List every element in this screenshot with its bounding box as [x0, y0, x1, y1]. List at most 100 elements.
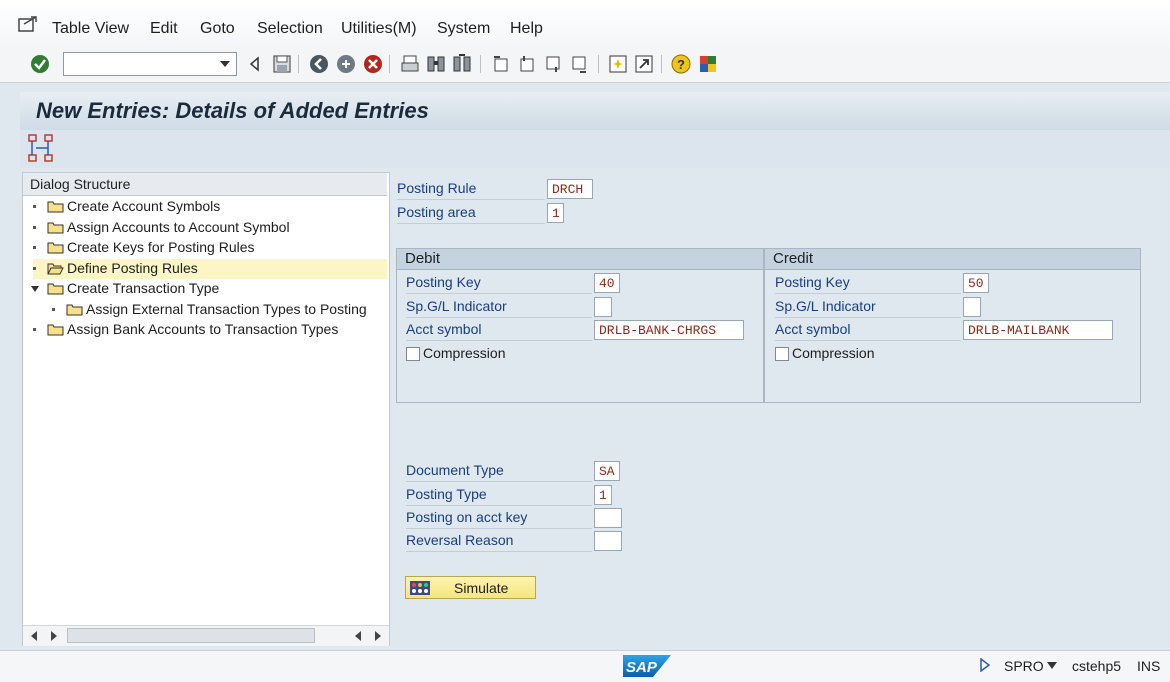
find-next-icon[interactable]	[451, 53, 473, 75]
menu-goto[interactable]: Goto	[200, 20, 235, 38]
credit-group-title: Credit	[773, 250, 814, 267]
reversal-reason-label: Reversal Reason	[406, 530, 592, 552]
folder-icon	[66, 304, 83, 316]
svg-text:?: ?	[677, 57, 685, 72]
credit-compression-checkbox[interactable]	[775, 347, 789, 361]
toolbar-separator	[480, 55, 481, 73]
debit-posting-key-label: Posting Key	[406, 272, 592, 294]
simulate-button[interactable]: Simulate	[405, 576, 536, 599]
simulate-button-label: Simulate	[454, 580, 509, 596]
credit-compression-label: Compression	[792, 345, 875, 361]
credit-posting-key-label: Posting Key	[775, 272, 961, 294]
tree-node-assign-bank-accounts[interactable]: Assign Bank Accounts to Transaction Type…	[33, 320, 387, 340]
toolbar-separator	[389, 55, 390, 73]
debit-compression-checkbox[interactable]	[406, 347, 420, 361]
tree-bullet	[33, 226, 36, 229]
posting-type-label: Posting Type	[406, 484, 592, 506]
posting-on-acct-key-field[interactable]	[594, 508, 622, 528]
shortcut-icon[interactable]	[633, 53, 655, 75]
posting-area-field[interactable]: 1	[547, 203, 564, 223]
debit-acct-symbol-field[interactable]: DRLB-BANK-CHRGS	[594, 320, 744, 340]
next-page-icon[interactable]	[542, 53, 564, 75]
status-mode: INS	[1137, 658, 1161, 674]
debit-group-header: Debit	[397, 249, 763, 270]
scroll-left-icon[interactable]	[31, 631, 39, 641]
tree-node-label: Assign Bank Accounts to Transaction Type…	[67, 321, 339, 337]
document-type-field[interactable]: SA	[594, 461, 620, 481]
scroll-thumb[interactable]	[67, 628, 315, 643]
tree-node-create-account-symbols[interactable]: Create Account Symbols	[33, 197, 387, 217]
status-expand-icon[interactable]	[980, 658, 990, 672]
tree-node-assign-accounts[interactable]: Assign Accounts to Account Symbol	[33, 218, 387, 238]
scroll-right-icon[interactable]	[49, 631, 57, 641]
credit-posting-key-field[interactable]: 50	[963, 273, 989, 293]
tree-node-label: Define Posting Rules	[67, 260, 198, 276]
command-field[interactable]	[63, 52, 237, 76]
tree-bullet	[33, 205, 36, 208]
title-bar: New Entries: Details of Added Entries	[20, 92, 1170, 130]
tree-node-label: Create Account Symbols	[67, 198, 221, 214]
menu-bar: Table View Edit Goto Selection Utilities…	[0, 0, 1170, 46]
application-toolbar	[20, 130, 1170, 168]
horizontal-scrollbar[interactable]	[23, 625, 389, 646]
tree-node-label: Assign External Transaction Types to Pos…	[86, 301, 367, 317]
simulate-icon	[410, 581, 430, 595]
cancel-icon[interactable]	[362, 53, 384, 75]
last-page-icon[interactable]	[568, 53, 590, 75]
dialog-structure-title: Dialog Structure	[30, 176, 131, 192]
save-icon[interactable]	[271, 53, 293, 75]
status-system: cstehp5	[1072, 658, 1122, 674]
display-structure-icon[interactable]	[27, 133, 55, 163]
credit-group-header: Credit	[765, 249, 1140, 270]
first-page-icon[interactable]	[490, 53, 512, 75]
posting-area-label: Posting area	[397, 202, 545, 224]
tree-node-label: Create Keys for Posting Rules	[67, 239, 255, 255]
print-icon[interactable]	[399, 53, 421, 75]
menu-selection[interactable]: Selection	[257, 20, 323, 38]
dialog-structure-panel: Dialog Structure Create Account Symbols …	[22, 172, 390, 646]
toolbar-separator	[298, 55, 299, 73]
chevron-down-icon[interactable]	[220, 61, 230, 67]
toolbar-separator	[661, 55, 662, 73]
tree-node-create-keys[interactable]: Create Keys for Posting Rules	[33, 238, 387, 258]
posting-type-field[interactable]: 1	[594, 485, 612, 505]
folder-icon	[47, 242, 64, 254]
expand-triangle-icon[interactable]	[31, 285, 39, 293]
menu-table-view[interactable]: Table View	[52, 20, 129, 38]
customize-layout-icon[interactable]	[697, 53, 719, 75]
posting-rule-field[interactable]: DRCH	[547, 179, 593, 199]
dialog-structure-header: Dialog Structure	[23, 173, 387, 196]
folder-icon	[47, 283, 64, 295]
previous-page-icon[interactable]	[516, 53, 538, 75]
menu-help[interactable]: Help	[510, 20, 543, 38]
credit-spgl-label: Sp.G/L Indicator	[775, 296, 961, 318]
tree-node-create-transaction-type[interactable]: Create Transaction Type	[31, 279, 387, 299]
enter-check-icon[interactable]	[29, 53, 51, 75]
credit-spgl-field[interactable]	[963, 297, 981, 317]
folder-icon	[47, 324, 64, 336]
debit-spgl-field[interactable]	[594, 297, 612, 317]
tree-bullet	[33, 267, 36, 270]
tree-node-assign-external-types[interactable]: Assign External Transaction Types to Pos…	[52, 300, 389, 320]
menu-system[interactable]: System	[437, 20, 490, 38]
status-dropdown-icon[interactable]	[1047, 662, 1057, 669]
tree-node-define-posting-rules[interactable]: Define Posting Rules	[33, 259, 387, 279]
reversal-reason-field[interactable]	[594, 531, 622, 551]
help-icon[interactable]: ?	[670, 53, 692, 75]
back-triangle-icon[interactable]	[244, 53, 266, 75]
tree-bullet	[52, 308, 55, 311]
back-icon[interactable]	[308, 53, 330, 75]
create-session-icon[interactable]	[607, 53, 629, 75]
menu-utilities[interactable]: Utilities(M)	[341, 20, 417, 38]
toolbar-separator	[598, 55, 599, 73]
scroll-left-icon[interactable]	[355, 631, 363, 641]
menu-icon[interactable]	[18, 15, 38, 33]
credit-acct-symbol-field[interactable]: DRLB-MAILBANK	[963, 320, 1113, 340]
debit-posting-key-field[interactable]: 40	[594, 273, 620, 293]
find-icon[interactable]	[425, 53, 447, 75]
menu-edit[interactable]: Edit	[150, 20, 178, 38]
exit-icon[interactable]	[335, 53, 357, 75]
document-type-label: Document Type	[406, 460, 592, 482]
status-transaction: SPRO	[1004, 658, 1044, 674]
scroll-right-icon[interactable]	[373, 631, 381, 641]
